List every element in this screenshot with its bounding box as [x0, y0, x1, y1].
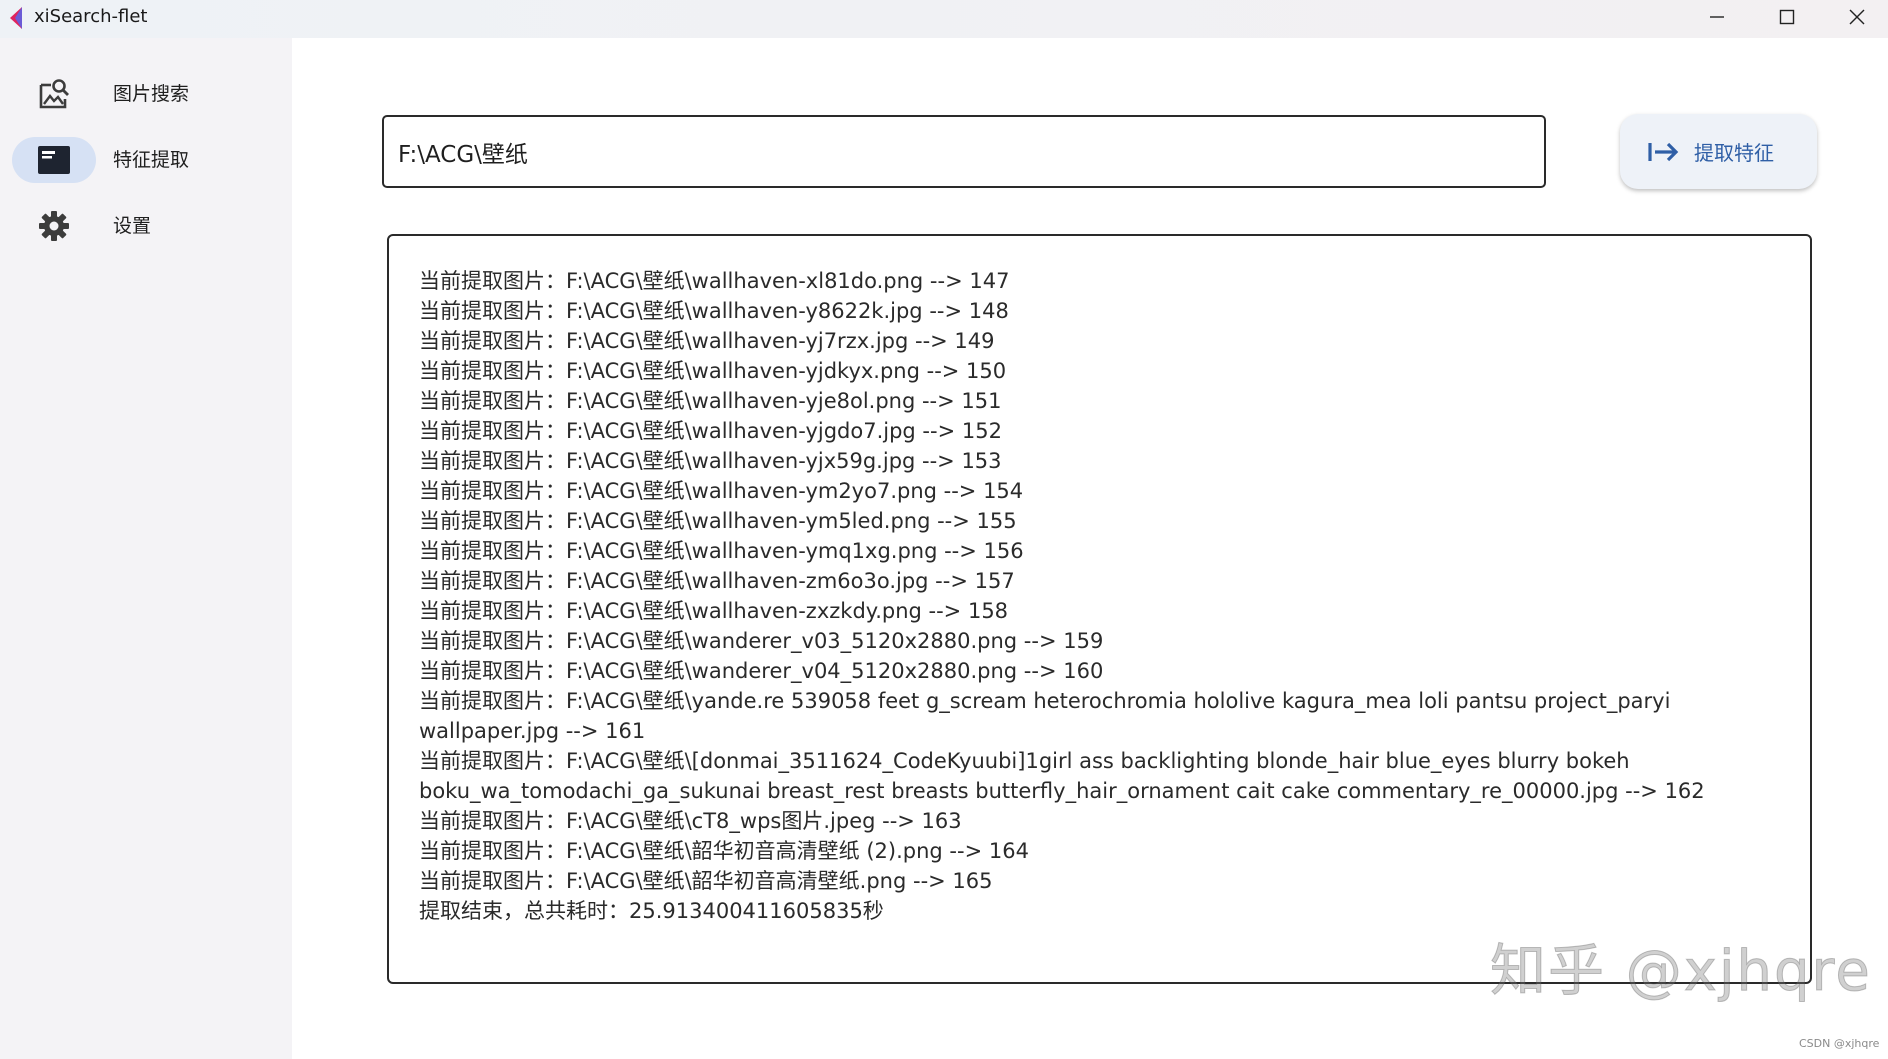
minimize-button[interactable] — [1682, 0, 1752, 34]
log-line: 当前提取图片：F:\ACG\壁纸\wanderer_v04_5120x2880.… — [419, 659, 1104, 683]
image-search-icon — [12, 71, 96, 117]
log-line: 当前提取图片：F:\ACG\壁纸\wallhaven-ymq1xg.png --… — [419, 539, 1024, 563]
minimize-icon — [1710, 16, 1724, 18]
log-line: 当前提取图片：F:\ACG\壁纸\wallhaven-ym2yo7.png --… — [419, 479, 1024, 503]
sidebar-item-image-search[interactable]: 图片搜索 — [0, 66, 292, 122]
log-line: 当前提取图片：F:\ACG\壁纸\韶华初音高清壁纸.png --> 165 — [419, 869, 993, 893]
log-line: 当前提取图片：F:\ACG\壁纸\wallhaven-xl81do.png --… — [419, 269, 1010, 293]
close-icon — [1849, 9, 1865, 25]
log-line: 当前提取图片：F:\ACG\壁纸\wallhaven-yjx59g.jpg --… — [419, 449, 1002, 473]
extraction-log[interactable]: 当前提取图片：F:\ACG\壁纸\wallhaven-xl81do.png --… — [387, 234, 1812, 984]
feature-extract-icon — [12, 137, 96, 183]
log-line: 当前提取图片：F:\ACG\壁纸\wallhaven-ym5led.png --… — [419, 509, 1017, 533]
log-line: 当前提取图片：F:\ACG\壁纸\cT8_wps图片.jpeg --> 163 — [419, 809, 962, 833]
sidebar-item-label: 设置 — [113, 215, 152, 237]
gear-icon — [12, 203, 96, 249]
sidebar-item-feature-extract[interactable]: 特征提取 — [0, 132, 292, 188]
app-logo-icon — [6, 6, 26, 30]
sidebar: 图片搜索 特征提取 设置 — [0, 38, 292, 1059]
close-button[interactable] — [1822, 0, 1888, 34]
log-line: 当前提取图片：F:\ACG\壁纸\wallhaven-zxzkdy.png --… — [419, 599, 1009, 623]
sidebar-item-settings[interactable]: 设置 — [0, 198, 292, 254]
folder-path-input[interactable] — [382, 115, 1546, 188]
arrow-right-to-line-icon — [1648, 142, 1679, 161]
sidebar-item-label: 图片搜索 — [113, 83, 190, 105]
log-line: 当前提取图片：F:\ACG\壁纸\wanderer_v03_5120x2880.… — [419, 629, 1104, 653]
log-line: 当前提取图片：F:\ACG\壁纸\wallhaven-yje8ol.png --… — [419, 389, 1002, 413]
maximize-icon — [1779, 9, 1795, 25]
window-title: xiSearch-flet — [34, 6, 148, 27]
extract-button-label: 提取特征 — [1694, 141, 1774, 165]
log-line: 当前提取图片：F:\ACG\壁纸\wallhaven-yjdkyx.png --… — [419, 359, 1007, 383]
log-line: 当前提取图片：F:\ACG\壁纸\韶华初音高清壁纸 (2).png --> 16… — [419, 839, 1029, 863]
app-window: xiSearch-flet 图片搜索 特征提取 设置 F:\ACG\壁纸 提取特… — [0, 0, 1888, 1059]
log-line: 当前提取图片：F:\ACG\壁纸\[donmai_3511624_CodeKyu… — [419, 749, 1705, 803]
log-line: 当前提取图片：F:\ACG\壁纸\yande.re 539058 feet g_… — [419, 689, 1671, 743]
sidebar-item-label: 特征提取 — [113, 149, 190, 171]
log-line: 当前提取图片：F:\ACG\壁纸\wallhaven-y8622k.jpg --… — [419, 299, 1009, 323]
log-line: 当前提取图片：F:\ACG\壁纸\wallhaven-yj7rzx.jpg --… — [419, 329, 995, 353]
title-bar[interactable]: xiSearch-flet — [0, 0, 1888, 38]
csdn-watermark: CSDN @xjhqre — [1799, 1037, 1880, 1050]
log-summary: 提取结束，总共耗时：25.913400411605835秒 — [419, 899, 884, 923]
log-line: 当前提取图片：F:\ACG\壁纸\wallhaven-yjgdo7.jpg --… — [419, 419, 1002, 443]
extract-features-button[interactable]: 提取特征 — [1620, 114, 1817, 189]
zhihu-watermark: 知乎 @xjhqre — [1490, 939, 1872, 1004]
maximize-button[interactable] — [1752, 0, 1822, 34]
log-line: 当前提取图片：F:\ACG\壁纸\wallhaven-zm6o3o.jpg --… — [419, 569, 1015, 593]
